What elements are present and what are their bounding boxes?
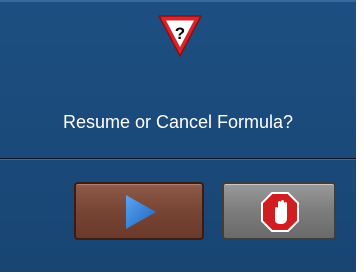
play-icon bbox=[126, 195, 156, 229]
resume-button[interactable] bbox=[74, 182, 204, 240]
warning-glyph: ? bbox=[175, 24, 185, 43]
cancel-button[interactable] bbox=[222, 182, 336, 240]
top-border bbox=[0, 0, 356, 2]
warning-question-icon: ? bbox=[158, 15, 202, 57]
divider-highlight bbox=[0, 159, 356, 160]
formula-dialog: ? Resume or Cancel Formula? bbox=[0, 0, 356, 272]
stop-hand-icon bbox=[261, 192, 299, 232]
dialog-message: Resume or Cancel Formula? bbox=[62, 112, 294, 132]
